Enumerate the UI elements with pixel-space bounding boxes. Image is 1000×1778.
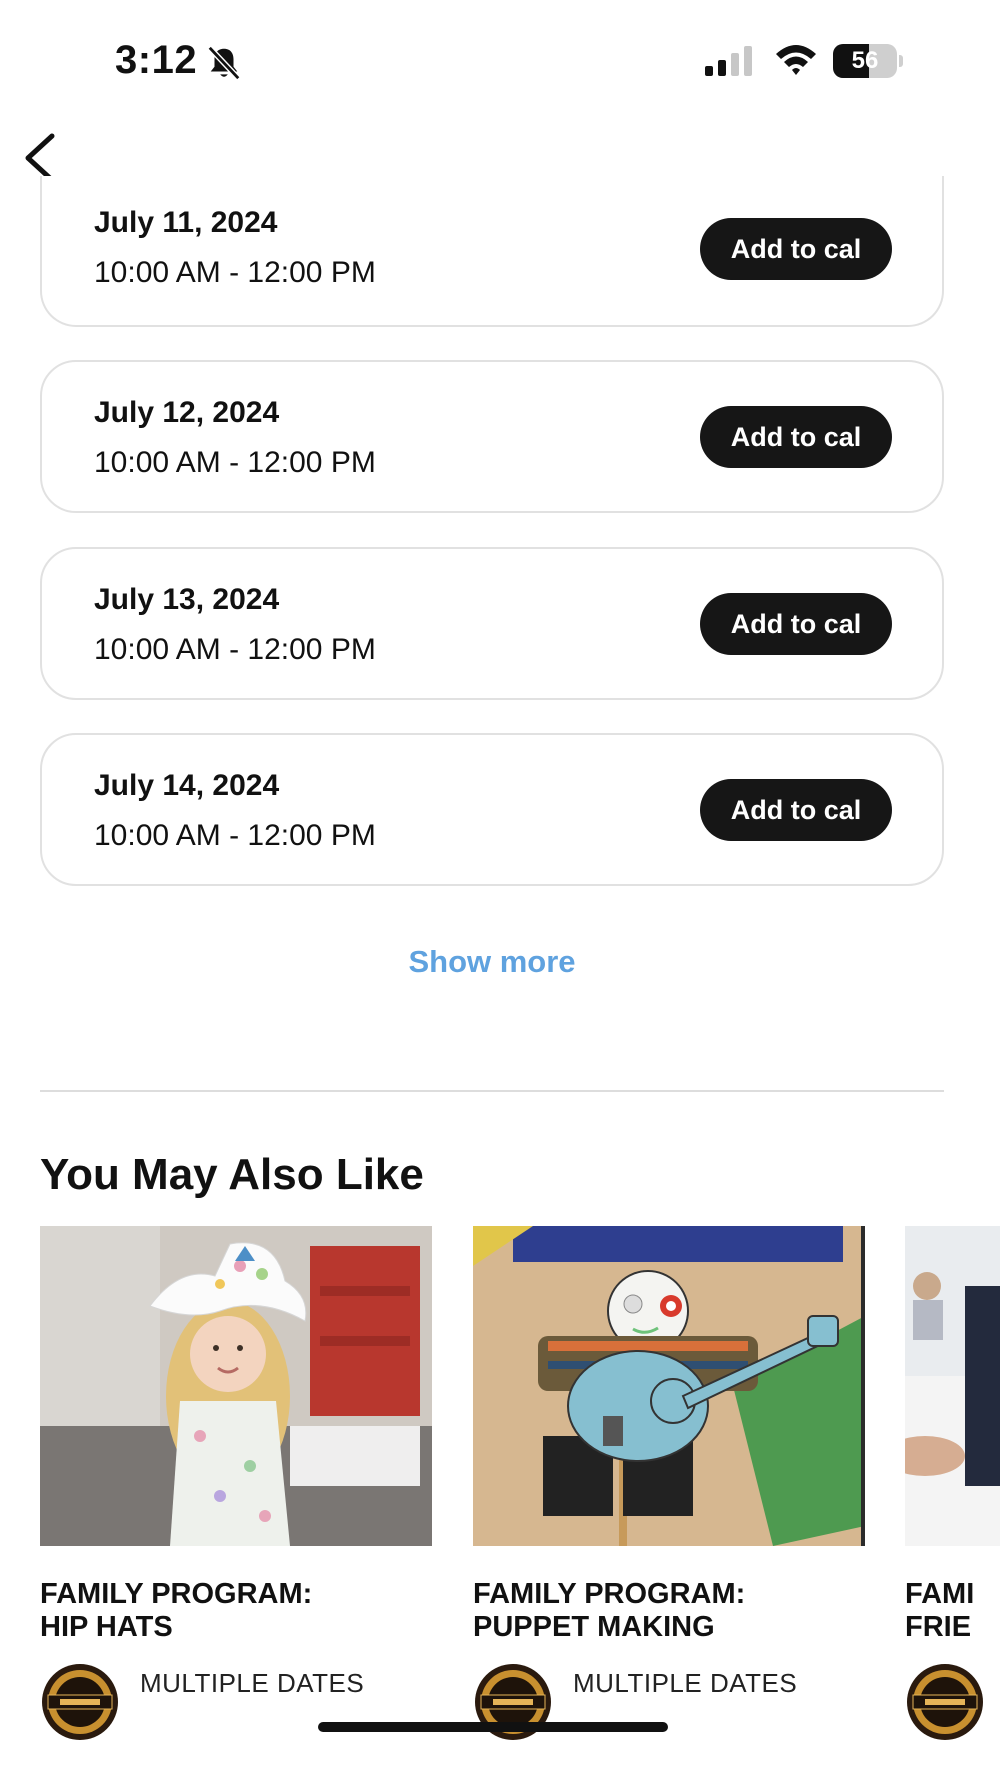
event-card-hip-hats[interactable]: FAMILY PROGRAM: HIP HATS MULTIPLE DATES bbox=[40, 1226, 432, 1778]
date-card: July 11, 2024 10:00 AM - 12:00 PM Add to… bbox=[40, 176, 944, 327]
wifi-icon bbox=[776, 45, 816, 75]
event-title: FAMILY PROGRAM: PUPPET MAKING bbox=[473, 1578, 746, 1643]
time-range: 10:00 AM - 12:00 PM bbox=[94, 446, 376, 479]
date-label: July 14, 2024 bbox=[94, 769, 280, 802]
show-more-link[interactable]: Show more bbox=[0, 944, 984, 980]
date-label: July 11, 2024 bbox=[94, 206, 278, 239]
add-to-calendar-button[interactable]: Add to cal bbox=[700, 593, 892, 655]
section-divider bbox=[40, 1090, 944, 1092]
date-label: July 13, 2024 bbox=[94, 583, 280, 616]
related-events-carousel[interactable]: FAMILY PROGRAM: HIP HATS MULTIPLE DATES bbox=[0, 1226, 1000, 1778]
battery-icon: 56 bbox=[833, 44, 903, 78]
event-dates: MULTIPLE DATES bbox=[573, 1668, 798, 1698]
add-to-calendar-button[interactable]: Add to cal bbox=[700, 218, 892, 280]
country-music-hall-of-fame-logo bbox=[907, 1664, 983, 1740]
date-label: July 12, 2024 bbox=[94, 396, 280, 429]
event-image bbox=[40, 1226, 432, 1546]
home-indicator[interactable] bbox=[318, 1722, 668, 1732]
date-card: July 12, 2024 10:00 AM - 12:00 PM Add to… bbox=[40, 360, 944, 513]
bell-muted-icon bbox=[207, 45, 241, 81]
time-range: 10:00 AM - 12:00 PM bbox=[94, 819, 376, 852]
date-card: July 14, 2024 10:00 AM - 12:00 PM Add to… bbox=[40, 733, 944, 886]
status-time: 3:12 bbox=[115, 38, 198, 82]
event-title: FAMI FRIE bbox=[905, 1578, 975, 1643]
event-card-puppet-making[interactable]: FAMILY PROGRAM: PUPPET MAKING MULTIPLE D… bbox=[473, 1226, 865, 1778]
country-music-hall-of-fame-logo bbox=[42, 1664, 118, 1740]
section-title: You May Also Like bbox=[40, 1150, 424, 1199]
event-image bbox=[473, 1226, 865, 1546]
event-title: FAMILY PROGRAM: HIP HATS bbox=[40, 1578, 313, 1643]
add-to-calendar-button[interactable]: Add to cal bbox=[700, 779, 892, 841]
time-range: 10:00 AM - 12:00 PM bbox=[94, 633, 376, 666]
cellular-signal-icon bbox=[705, 46, 752, 76]
date-card: July 13, 2024 10:00 AM - 12:00 PM Add to… bbox=[40, 547, 944, 700]
time-range: 10:00 AM - 12:00 PM bbox=[94, 256, 376, 289]
event-image bbox=[905, 1226, 1000, 1546]
event-detail-screen: 3:12 56 July 11, 2024 10:00 AM - 12:00 P… bbox=[0, 0, 1000, 1778]
event-card-partial[interactable]: FAMI FRIE bbox=[905, 1226, 1000, 1778]
add-to-calendar-button[interactable]: Add to cal bbox=[700, 406, 892, 468]
battery-percent: 56 bbox=[851, 47, 879, 74]
status-bar: 3:12 56 bbox=[0, 0, 1000, 120]
event-dates: MULTIPLE DATES bbox=[140, 1668, 365, 1698]
